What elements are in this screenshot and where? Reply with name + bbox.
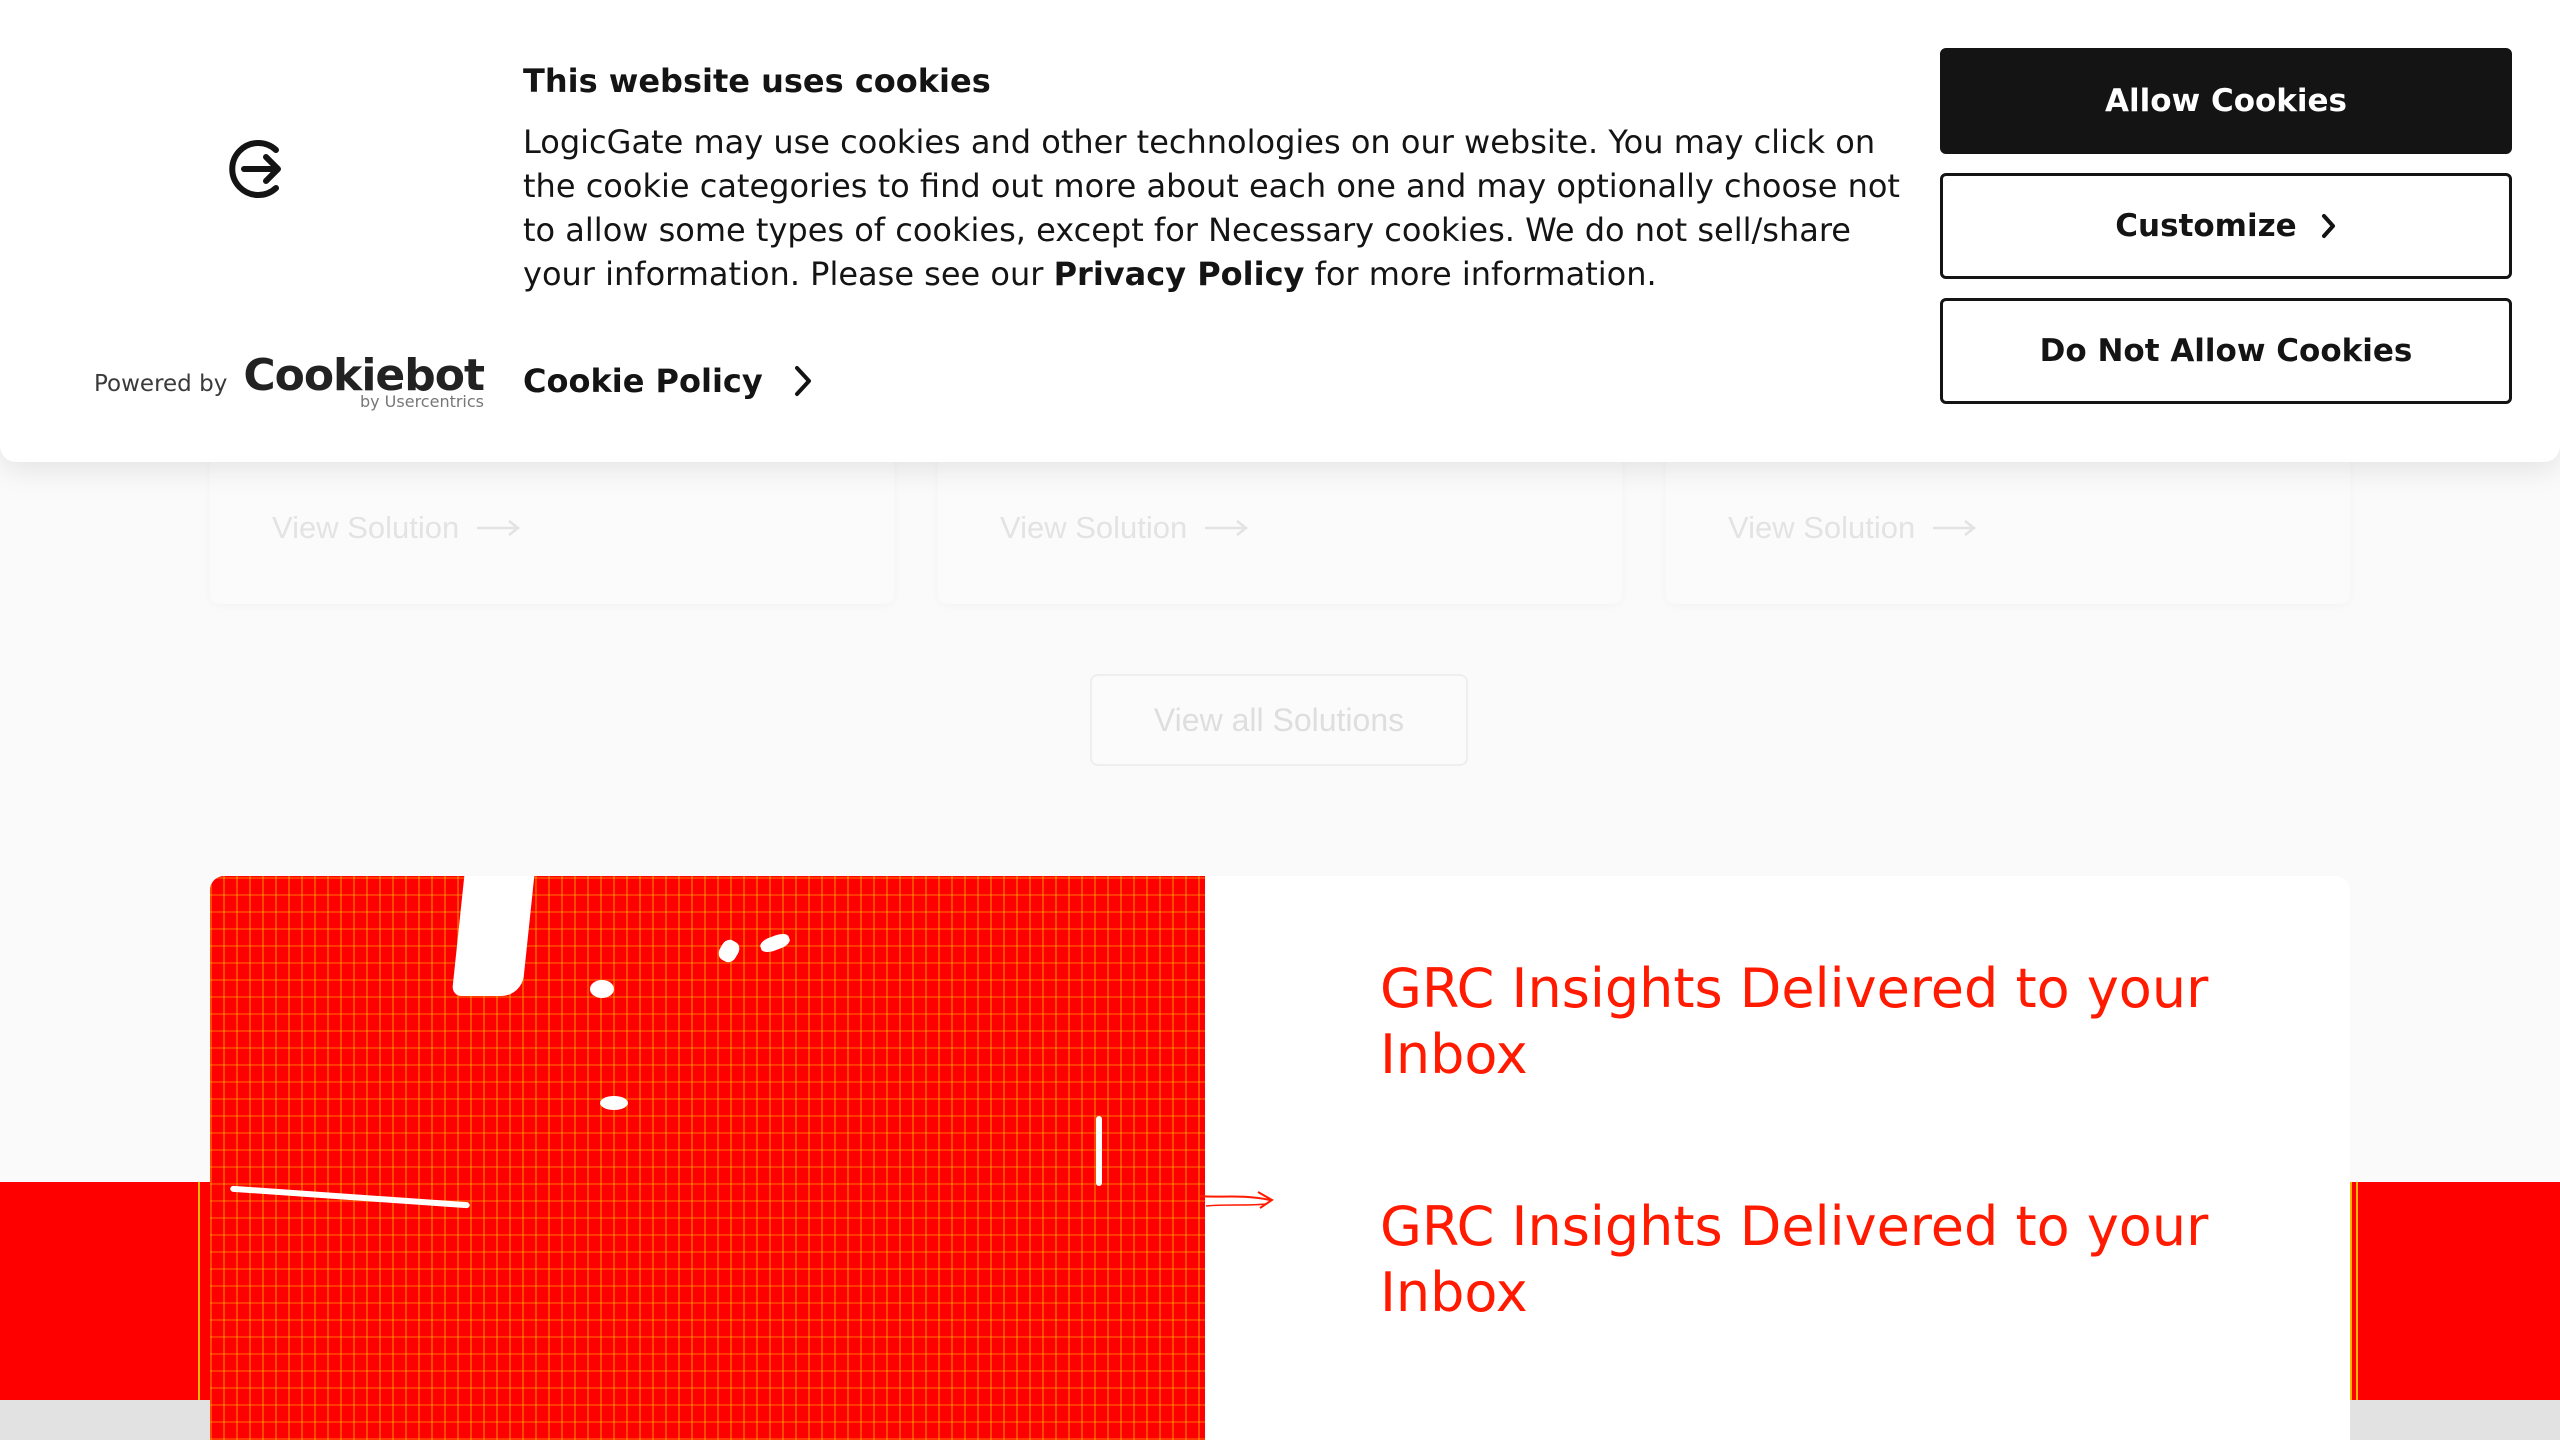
view-solution-label: View Solution (1000, 510, 1188, 545)
arrow-right-icon (477, 520, 521, 536)
cookie-banner-body-end: for more information. (1304, 255, 1657, 293)
allow-cookies-button[interactable]: Allow Cookies (1940, 48, 2512, 154)
powered-by-label: Powered by (94, 370, 228, 397)
band-edge (2350, 1182, 2352, 1400)
view-solution-label: View Solution (1728, 510, 1916, 545)
cookie-banner-text: LogicGate may use cookies and other tech… (523, 120, 1903, 296)
red-band-right (2350, 1182, 2560, 1400)
allow-cookies-label: Allow Cookies (2104, 83, 2348, 119)
cookie-policy-link[interactable]: Cookie Policy (523, 362, 813, 400)
deny-cookies-label: Do Not Allow Cookies (2039, 333, 2413, 369)
arrow-right-icon (1205, 520, 1249, 536)
newsletter-section: GRC Insights Delivered to your Inbox (210, 876, 2350, 1440)
cookie-policy-label: Cookie Policy (523, 362, 763, 400)
view-solution-link[interactable]: View Solution (1000, 510, 1249, 546)
arrow-squiggle-icon (1200, 1191, 1274, 1209)
chevron-right-icon (2321, 214, 2335, 238)
cookiebot-logo: Cookiebot by Usercentrics (243, 350, 485, 412)
red-band-left (0, 1182, 210, 1400)
customize-label: Customize (2115, 208, 2297, 244)
cookiebot-brand: Cookiebot (243, 350, 485, 401)
do-not-allow-cookies-button[interactable]: Do Not Allow Cookies (1940, 298, 2512, 404)
view-solution-link[interactable]: View Solution (272, 510, 521, 546)
chevron-right-icon (794, 366, 811, 396)
powered-by-cookiebot[interactable]: Powered by Cookiebot by Usercentrics (94, 350, 485, 412)
band-edge (2356, 1182, 2358, 1400)
arrow-right-icon (1933, 520, 1977, 536)
band-edge (198, 1182, 200, 1400)
view-solution-link[interactable]: View Solution (1728, 510, 1977, 546)
newsletter-heading: GRC Insights Delivered to your Inbox (1380, 957, 2209, 1086)
cookie-banner-title: This website uses cookies (523, 62, 991, 100)
view-solution-label: View Solution (272, 510, 460, 545)
logicgate-logo-icon (229, 140, 281, 198)
newsletter-image (210, 876, 1205, 1440)
customize-button[interactable]: Customize (1940, 173, 2512, 279)
cookie-consent-banner: Powered by Cookiebot by Usercentrics Thi… (0, 0, 2560, 462)
newsletter-heading-duplicate: GRC Insights Delivered to your Inbox (1380, 1195, 2209, 1324)
privacy-policy-link[interactable]: Privacy Policy (1054, 255, 1305, 293)
view-all-solutions-button[interactable]: View all Solutions (1090, 674, 1468, 766)
